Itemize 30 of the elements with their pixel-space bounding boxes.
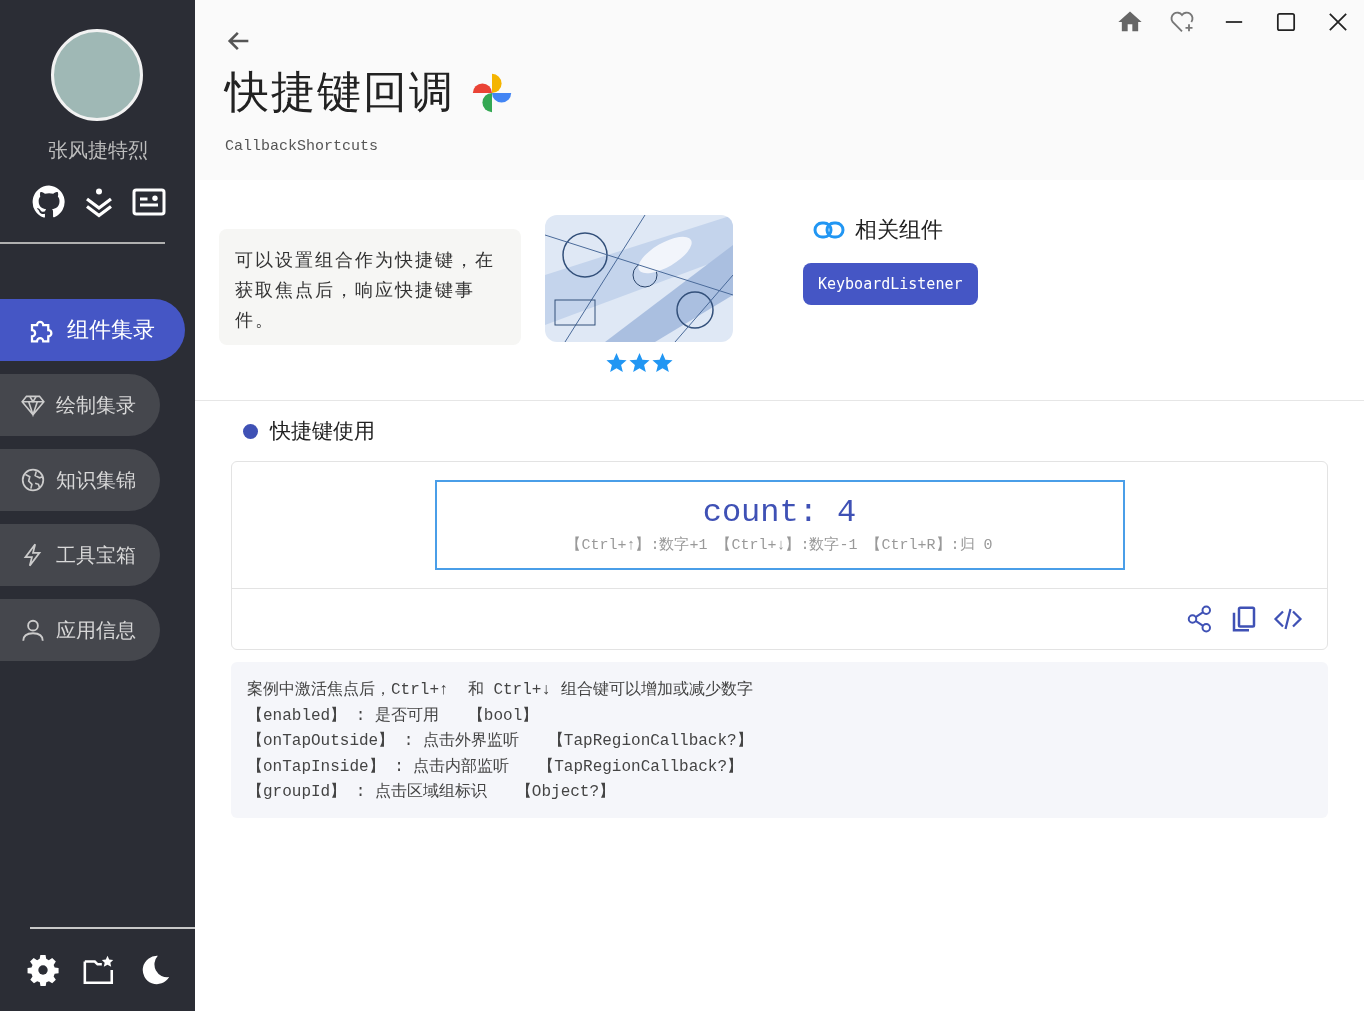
nav-item[interactable]: 绘制集录 (0, 374, 160, 436)
nav-item[interactable]: 组件集录 (0, 299, 185, 361)
note-line: 【onTapInside】 : 点击内部监听 【TapRegionCallback?】 (247, 756, 745, 778)
note-line: 【groupId】 : 点击区域组标识 【Object?】 (247, 781, 617, 803)
globe-icon (20, 467, 46, 493)
count-text: count: 4 (702, 494, 857, 531)
count-panel[interactable]: count: 4 【Ctrl+↑】:数字+1 【Ctrl+↓】:数字-1 【Ctrl+R】:归 0 (434, 480, 1125, 570)
github-icon[interactable] (31, 184, 67, 220)
page-title: 快捷键回调 (225, 65, 455, 119)
section-title: 快捷键使用 (270, 418, 375, 445)
note-line: 【onTapOutside】 : 点击外界监听 【TapRegionCallback?】 (247, 730, 754, 752)
nav-item[interactable]: 知识集锦 (0, 449, 160, 511)
link-icon (813, 220, 845, 240)
page-subtitle: CallbackShortcuts (225, 138, 380, 155)
nav-item[interactable]: 应用信息 (0, 599, 160, 661)
star-icon (604, 351, 628, 374)
note-line: 【enabled】 : 是否可用 【bool】 (247, 705, 540, 727)
note-line: 案例中激活焦点后，Ctrl+↑ 和 Ctrl+↓ 组合键可以增加或减少数字 (247, 679, 754, 701)
folder-star-icon[interactable] (82, 953, 116, 987)
person-icon (20, 617, 46, 643)
star-icon (650, 351, 674, 374)
star-icon (627, 351, 651, 374)
nav-item[interactable]: 工具宝箱 (0, 524, 160, 586)
user-name: 张风捷特烈 (46, 137, 149, 164)
bullet-dot (243, 423, 258, 439)
related-title: 相关组件 (855, 216, 943, 244)
settings-icon[interactable] (26, 953, 60, 987)
shortcut-hint: 【Ctrl+↑】:数字+1 【Ctrl+↓】:数字-1 【Ctrl+R】:归 0 (566, 535, 993, 554)
related-chip[interactable]: KeyboardListener (803, 263, 978, 305)
description-text: 可以设置组合作为快捷键，在获取焦点后，响应快捷键事件。 (235, 248, 496, 332)
